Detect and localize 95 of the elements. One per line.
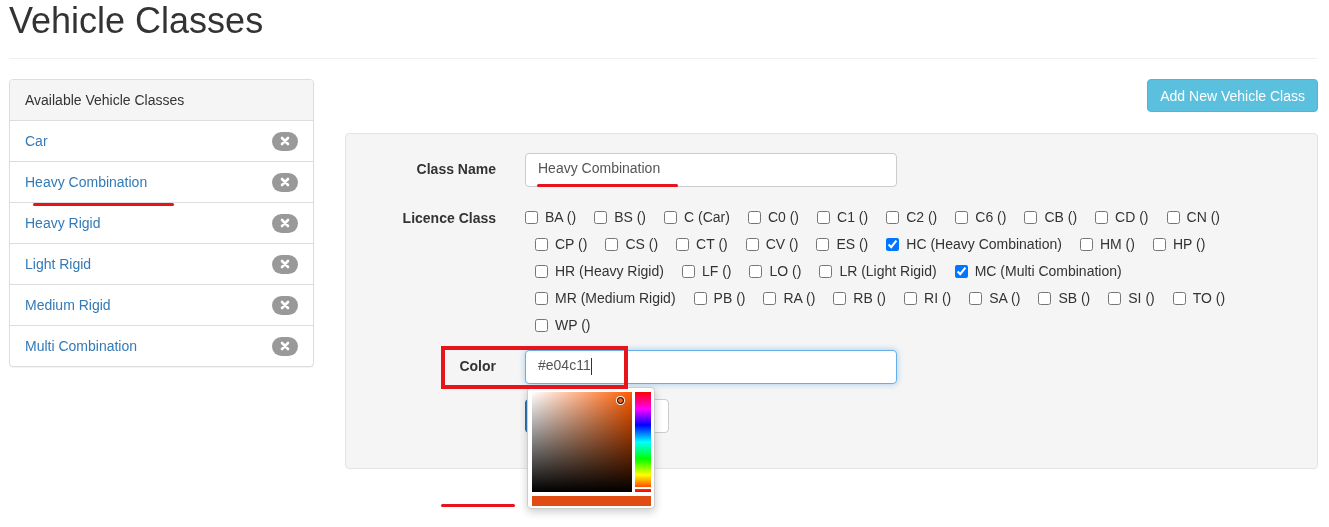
- checkbox-label: LF (): [701, 263, 732, 279]
- checkbox-label: C (Car): [684, 209, 730, 225]
- checkbox[interactable]: [819, 264, 833, 278]
- checkbox-label: CS (): [625, 236, 659, 252]
- checkbox-label: C0 (): [767, 209, 800, 225]
- checkbox-label: CP (): [555, 236, 588, 252]
- checkbox[interactable]: [535, 237, 548, 251]
- checkbox-label: C6 (): [975, 209, 1007, 225]
- checkbox[interactable]: [1038, 291, 1052, 305]
- hue-slider[interactable]: [635, 392, 651, 492]
- delete-button[interactable]: [272, 131, 298, 151]
- checkbox-label: HC (Heavy Combination): [906, 236, 1062, 252]
- checkbox[interactable]: [954, 264, 968, 278]
- checkbox-label: CN (): [1186, 209, 1220, 225]
- page-title: Vehicle Classes: [8, 0, 265, 40]
- checkbox[interactable]: [816, 237, 830, 251]
- close-icon: [280, 218, 290, 228]
- checkbox-label: TO (): [1192, 290, 1226, 306]
- checkbox-label: SA (): [989, 290, 1021, 306]
- field-label: Licence Class: [401, 209, 496, 226]
- checkbox-label: RA (): [783, 290, 816, 306]
- close-icon: [280, 177, 290, 187]
- checkbox-label: MC (Multi Combination): [974, 263, 1122, 279]
- delete-button[interactable]: [272, 254, 298, 274]
- close-icon: [280, 259, 290, 269]
- checkbox[interactable]: [1152, 237, 1166, 251]
- checkbox-label: HP (): [1172, 236, 1206, 252]
- checkbox-label: C2 (): [906, 209, 938, 225]
- checkbox[interactable]: [749, 264, 763, 278]
- delete-button[interactable]: [272, 295, 298, 315]
- delete-button[interactable]: [272, 213, 298, 233]
- checkbox[interactable]: [763, 291, 777, 305]
- close-icon: [280, 300, 290, 310]
- checkbox[interactable]: [969, 291, 983, 305]
- checkbox-label: C1 (): [837, 209, 869, 225]
- checkbox-label: LR (Light Rigid): [839, 263, 937, 279]
- class-name-field[interactable]: Heavy Combination: [525, 153, 897, 187]
- checkbox[interactable]: [525, 210, 538, 224]
- checkbox[interactable]: [817, 210, 831, 224]
- vehicle-class-link[interactable]: Multi Combination: [25, 338, 138, 354]
- field-label: Class Name: [415, 160, 496, 177]
- checkbox-label: LO (): [769, 263, 802, 279]
- checkbox-label: HR (Heavy Rigid): [555, 263, 664, 279]
- checkbox[interactable]: [833, 291, 847, 305]
- checkbox[interactable]: [1095, 210, 1109, 224]
- vehicle-class-link[interactable]: Medium Rigid: [25, 297, 111, 313]
- saturation-area[interactable]: [532, 392, 632, 492]
- checkbox[interactable]: [747, 210, 761, 224]
- checkbox-label: BA (): [545, 209, 577, 225]
- checkbox[interactable]: [535, 264, 548, 278]
- vehicle-class-link[interactable]: Heavy Combination: [25, 174, 148, 190]
- field-label: Color: [458, 357, 496, 374]
- checkbox[interactable]: [664, 210, 677, 224]
- checkbox-label: CD (): [1115, 209, 1149, 225]
- checkbox-label: SI (): [1128, 290, 1155, 306]
- checkbox-label: HM (): [1099, 236, 1135, 252]
- checkbox[interactable]: [693, 291, 707, 305]
- checkbox[interactable]: [605, 237, 619, 251]
- close-icon: [280, 341, 290, 351]
- checkbox-label: RI (): [924, 290, 952, 306]
- checkbox-label: MR (Medium Rigid): [555, 290, 676, 306]
- delete-button[interactable]: [272, 336, 298, 356]
- checkbox[interactable]: [1166, 210, 1180, 224]
- hue-handle[interactable]: [635, 487, 651, 490]
- checkbox[interactable]: [886, 210, 900, 224]
- checkbox-label: BS (): [614, 209, 646, 225]
- checkbox[interactable]: [886, 237, 900, 251]
- color-picker-dialog[interactable]: [527, 387, 655, 509]
- checkbox[interactable]: [676, 237, 690, 251]
- checkbox[interactable]: [1172, 291, 1186, 305]
- checkbox[interactable]: [681, 264, 695, 278]
- checkbox[interactable]: [535, 291, 548, 305]
- checkbox-label: CV (): [765, 236, 799, 252]
- checkbox-label: WP (): [555, 317, 591, 333]
- checkbox-label: ES (): [836, 236, 869, 252]
- checkbox-label: RB (): [853, 290, 887, 306]
- delete-button[interactable]: [272, 172, 298, 192]
- checkbox[interactable]: [535, 318, 548, 332]
- checkbox[interactable]: [1024, 210, 1038, 224]
- checkbox[interactable]: [1079, 237, 1093, 251]
- vehicle-class-link[interactable]: Car: [25, 133, 48, 149]
- checkbox-label: SB (): [1058, 290, 1091, 306]
- vehicle-class-link[interactable]: Heavy Rigid: [25, 215, 101, 231]
- close-icon: [280, 136, 290, 146]
- checkbox[interactable]: [594, 210, 608, 224]
- checkbox[interactable]: [904, 291, 918, 305]
- checkbox-label: CB (): [1044, 209, 1078, 225]
- vehicle-class-link[interactable]: Light Rigid: [25, 256, 92, 272]
- checkbox-label: PB (): [713, 290, 746, 306]
- checkbox-label: CT (): [696, 236, 728, 252]
- panel-title: Available Vehicle Classes: [10, 80, 313, 121]
- checkbox[interactable]: [955, 210, 969, 224]
- checkbox[interactable]: [1108, 291, 1122, 305]
- color-field[interactable]: #e04c11: [525, 350, 897, 384]
- checkbox[interactable]: [745, 237, 759, 251]
